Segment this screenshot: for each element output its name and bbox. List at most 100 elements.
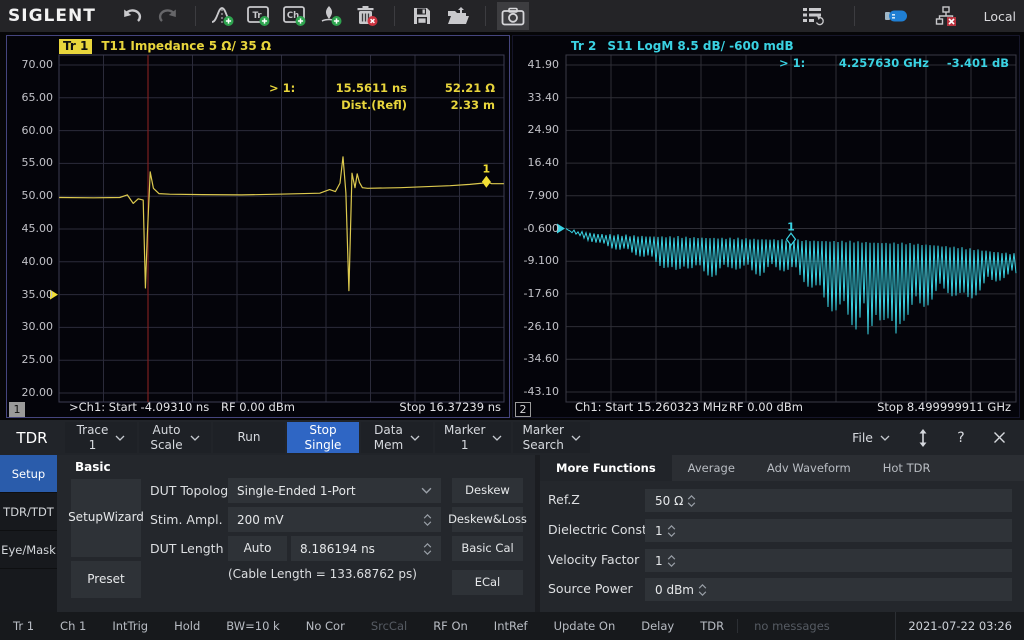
preset-button[interactable]: Preset <box>71 561 141 598</box>
tab-average[interactable]: Average <box>672 455 751 481</box>
cal-button-deskew-loss[interactable]: Deskew&Loss <box>448 507 527 532</box>
field-input-velocity-factor[interactable]: 1 <box>645 549 1012 572</box>
stim-ampl-input[interactable]: 200 mV <box>228 507 441 532</box>
marker-freq-value: 4.257630 GHz <box>838 56 929 70</box>
menu-item-marker-search[interactable]: Marker Search <box>513 422 590 453</box>
close-icon <box>993 432 1005 443</box>
marker-1-diamond[interactable] <box>481 175 491 188</box>
marker-id-label: > 1: <box>269 81 296 95</box>
menu-item-label: Auto Scale <box>150 422 183 452</box>
menu-item-label: Run <box>237 430 261 444</box>
status-item-inttrig: IntTrig <box>112 619 149 633</box>
status-item-rf-on: RF On <box>433 619 468 633</box>
save-file-icon[interactable] <box>406 2 438 30</box>
sidebar-tab-setup[interactable]: Setup <box>0 455 57 493</box>
redo-arrow-glyph <box>158 9 176 22</box>
sidebar-tab-tdr-tdt[interactable]: TDR/TDT <box>0 493 57 531</box>
field-input-ref-z[interactable]: 50 Ω <box>645 489 1012 512</box>
file-menu-button[interactable]: File <box>842 430 900 445</box>
y-axis-tick-label: 41.90 <box>527 58 560 71</box>
dut-length-value: 8.186194 ns <box>300 541 375 556</box>
y-axis-tick-label: 30.00 <box>21 320 54 334</box>
field-value: 1 <box>655 523 663 538</box>
add-marker-icon[interactable] <box>315 2 347 30</box>
add-channel-window-icon[interactable]: Ch <box>279 2 311 30</box>
left-stimulus-info: >Ch1: Start -4.09310 ns RF 0.00 dBm Stop… <box>7 400 509 416</box>
field-value: 0 dBm <box>655 582 694 597</box>
y-axis-tick-label: 35.00 <box>21 287 54 301</box>
y-axis-tick-label: 40.00 <box>21 254 54 268</box>
trace1-format-label[interactable]: T11 Impedance 5 Ω/ 35 Ω <box>101 39 271 54</box>
dut-length-spinner[interactable] <box>423 542 432 555</box>
left-stop-label: Stop 16.37239 ns <box>399 400 501 414</box>
field-spinner[interactable] <box>698 583 707 596</box>
marker-pin-glyph <box>321 6 342 26</box>
lan-error-icon[interactable] <box>930 2 962 30</box>
tdr-impedance-plot[interactable]: 1 70.00 65.00 60.00 55.00 50.00 45.00 40.00 35.… <box>6 35 510 418</box>
resize-window-button[interactable] <box>908 423 938 453</box>
y-axis-tick-label: 55.00 <box>21 156 54 170</box>
y-axis-tick-label: 16.40 <box>527 156 560 170</box>
right-stop-label: Stop 8.499999911 GHz <box>877 400 1011 414</box>
screenshot-icon[interactable] <box>496 2 529 30</box>
y-axis-tick-label: -26.10 <box>523 319 559 333</box>
right-start-label: Ch1: Start 15.260323 MHz <box>575 400 728 414</box>
stim-ampl-spinner[interactable] <box>423 513 432 526</box>
y-axis-tick-label: 33.40 <box>527 90 560 104</box>
close-menu-button[interactable] <box>984 423 1014 453</box>
field-spinner[interactable] <box>667 524 676 537</box>
y-axis-tick-label: -9.100 <box>523 254 559 268</box>
field-input-dielectric-const-[interactable]: 1 <box>645 519 1012 542</box>
status-item-update-on: Update On <box>553 619 616 633</box>
sidebar-tab-eye-mask[interactable]: Eye/Mask <box>0 531 57 569</box>
chevron-down-icon <box>190 435 200 441</box>
left-trace-header: Tr 1 T11 Impedance 5 Ω/ 35 Ω <box>59 39 271 54</box>
menu-item-data-mem[interactable]: Data Mem <box>361 422 433 453</box>
marker-dist-value: 2.33 m <box>450 98 495 112</box>
usb-icon[interactable] <box>880 2 912 30</box>
setup-wizard-button[interactable]: Setup Wizard <box>68 479 144 557</box>
tab-adv-waveform[interactable]: Adv Waveform <box>751 455 867 481</box>
dut-length-auto-button[interactable]: Auto <box>228 536 287 561</box>
left-marker-readout: > 1: 15.5611 ns 52.21 Ω Dist.(Refl) 2.33… <box>269 81 495 115</box>
menu-item-run[interactable]: Run <box>213 422 285 453</box>
field-label-source-power: Source Power <box>548 581 633 596</box>
open-file-icon[interactable] <box>442 2 474 30</box>
file-menu-label: File <box>852 430 873 445</box>
toolbar-status-area: Local <box>795 2 1016 30</box>
menu-item-stop-single[interactable]: Stop Single <box>287 422 359 453</box>
task-queue-icon[interactable] <box>797 2 829 30</box>
menu-item-marker[interactable]: Marker 1 <box>435 422 512 453</box>
chevron-down-icon <box>115 435 125 441</box>
dut-topology-select[interactable]: Single-Ended 1-Port <box>228 478 441 503</box>
trace2-badge[interactable]: Tr 2 <box>569 39 598 54</box>
menu-item-trace[interactable]: Trace 1 <box>65 422 137 453</box>
redo-icon[interactable] <box>152 2 184 30</box>
help-button[interactable]: ? <box>946 423 976 453</box>
dut-length-input[interactable]: 8.186194 ns <box>291 536 441 561</box>
dut-topology-value: Single-Ended 1-Port <box>237 483 356 498</box>
add-trace-window-icon[interactable]: Tr <box>243 2 275 30</box>
trace1-badge[interactable]: Tr 1 <box>59 39 93 54</box>
tab-more-functions[interactable]: More Functions <box>540 455 672 481</box>
cal-button-ecal[interactable]: ECal <box>452 570 523 595</box>
field-spinner[interactable] <box>667 554 676 567</box>
marker-dist-label: Dist.(Refl) <box>341 98 407 112</box>
delete-icon[interactable] <box>351 2 383 30</box>
field-spinner[interactable] <box>687 494 696 507</box>
undo-icon[interactable] <box>116 2 148 30</box>
field-input-source-power[interactable]: 0 dBm <box>645 578 1012 601</box>
tab-hot-tdr[interactable]: Hot TDR <box>867 455 947 481</box>
y-axis-tick-label: 70.00 <box>21 58 54 71</box>
trace2-format-label[interactable]: S11 LogM 8.5 dB/ -600 mdB <box>607 39 793 54</box>
status-bar: Tr 1 Ch 1 IntTrig Hold BW=10 k No Cor SrcCal RF… <box>0 612 1024 640</box>
s11-logmag-plot[interactable]: 1 41.90 33.40 24.90 16.40 7.900 -0.600 -9.100 -… <box>512 35 1020 418</box>
chevron-down-icon <box>421 487 432 494</box>
s11-logmag-canvas[interactable]: 1 <box>513 36 1019 417</box>
add-trace-icon[interactable] <box>207 2 239 30</box>
cal-button-deskew[interactable]: Deskew <box>452 478 523 503</box>
more-panel-tabs: More Functions Average Adv Waveform Hot TDR <box>540 455 1024 481</box>
menu-item-auto-scale[interactable]: Auto Scale <box>139 422 211 453</box>
local-mode-label[interactable]: Local <box>984 9 1016 24</box>
cal-button-basic-cal[interactable]: Basic Cal <box>452 536 523 561</box>
